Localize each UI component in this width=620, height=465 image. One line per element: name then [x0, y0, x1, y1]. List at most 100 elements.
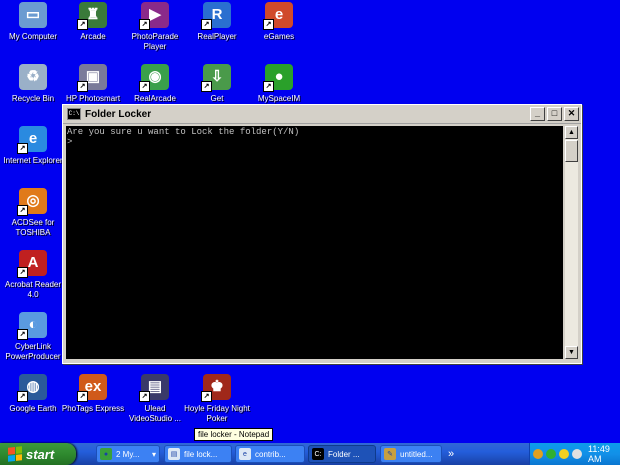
shortcut-arrow-icon: ↗	[201, 81, 212, 92]
desktop-shortcut[interactable]: ◉ ↗ RealArcade	[122, 64, 188, 104]
realplayer-icon: R ↗	[201, 2, 231, 30]
desktop-shortcut-label: Hoyle Friday Night Poker	[184, 404, 250, 423]
taskbar-overflow-button[interactable]: »	[444, 445, 466, 463]
desktop-shortcut[interactable]: ▶ ↗ PhotoParade Player	[122, 2, 188, 52]
desktop-shortcut-label: eGames	[263, 32, 295, 41]
desktop-shortcut[interactable]: ⇩ ↗ Get	[184, 64, 250, 104]
taskbar-button[interactable]: ● 2 My... ▾	[96, 445, 160, 463]
messenger-tray-icon[interactable]	[546, 449, 556, 459]
norton-tray-icon[interactable]	[559, 449, 569, 459]
start-button[interactable]: start	[0, 443, 76, 465]
cyberlink-icon: ◐ ↗	[17, 312, 47, 340]
desktop-shortcut-label: PhotoParade Player	[131, 32, 179, 51]
scroll-down-button[interactable]: ▼	[565, 346, 578, 359]
taskbar-button-label: contrib...	[255, 449, 286, 459]
desktop-shortcut[interactable]: e ↗ Internet Explorer	[0, 126, 66, 166]
desktop-shortcut[interactable]: ▤ ↗ Ulead VideoStudio ...	[122, 374, 188, 424]
shortcut-arrow-icon: ↗	[139, 81, 150, 92]
shortcut-arrow-icon: ↗	[17, 267, 28, 278]
taskbar-tooltip: file locker - Notepad	[194, 428, 274, 441]
minimize-button[interactable]: _	[530, 107, 545, 121]
desktop-shortcut-label: Arcade	[80, 32, 106, 41]
taskbar-button[interactable]: ▤ file lock...	[164, 445, 232, 463]
desktop-shortcut[interactable]: ♜ ↗ Arcade	[60, 2, 126, 42]
vertical-scrollbar[interactable]: ▲ ▼	[565, 126, 578, 359]
desktop-shortcut-label: Recycle Bin	[11, 94, 55, 103]
desktop-shortcut-label: RealArcade	[134, 94, 176, 103]
volume-tray-icon[interactable]	[572, 449, 582, 459]
taskbar-button[interactable]: C: Folder ...	[308, 445, 376, 463]
taskbar-button-label: file lock...	[184, 449, 218, 459]
notepad-icon: ▤	[168, 448, 180, 460]
myspaceim-icon: ● ↗	[263, 64, 293, 92]
shortcut-arrow-icon: ↗	[17, 329, 28, 340]
start-label: start	[26, 446, 55, 462]
shortcut-arrow-icon: ↗	[263, 19, 274, 30]
shortcut-arrow-icon: ↗	[201, 391, 212, 402]
desktop-shortcut[interactable]: ◎ ↗ ACDSee for TOSHIBA	[0, 188, 66, 238]
shortcut-arrow-icon: ↗	[17, 205, 28, 216]
desktop-shortcut[interactable]: e ↗ eGames	[246, 2, 312, 42]
taskbar-button[interactable]: ✎ untitled...	[380, 445, 442, 463]
desktop-shortcut-label: ACDSee for TOSHIBA	[11, 218, 55, 237]
get-icon: ⇩ ↗	[201, 64, 231, 92]
ulead-icon: ▤ ↗	[139, 374, 169, 402]
shortcut-arrow-icon: ↗	[263, 81, 274, 92]
desktop-shortcut[interactable]: ◍ ↗ Google Earth	[0, 374, 66, 414]
desktop-shortcut[interactable]: R ↗ RealPlayer	[184, 2, 250, 42]
shortcut-arrow-icon: ↗	[139, 391, 150, 402]
window-title: Folder Locker	[85, 108, 152, 120]
console-window[interactable]: C:\ Folder Locker _ □ ✕ Are you sure u w…	[62, 104, 582, 364]
shortcut-arrow-icon: ↗	[17, 391, 28, 402]
console-titlebar[interactable]: C:\ Folder Locker _ □ ✕	[63, 105, 581, 124]
console-system-icon[interactable]: C:\	[67, 108, 81, 120]
windows-logo-icon	[8, 446, 22, 462]
desktop-shortcut-label: Google Earth	[9, 404, 57, 413]
maximize-button[interactable]: □	[547, 107, 562, 121]
desktop-shortcut[interactable]: ex ↗ PhoTags Express	[60, 374, 126, 414]
photags-icon: ex ↗	[77, 374, 107, 402]
desktop-shortcut-label: HP Photosmart	[65, 94, 121, 103]
taskbar-button-label: 2 My...	[116, 449, 140, 459]
network-icon[interactable]	[533, 449, 543, 459]
acdsee-icon: ◎ ↗	[17, 188, 47, 216]
desktop-shortcut-label: PhoTags Express	[61, 404, 125, 413]
console-output[interactable]: Are you sure u want to Lock the folder(Y…	[66, 126, 563, 359]
shortcut-arrow-icon: ↗	[77, 81, 88, 92]
acrobat-reader-icon: A ↗	[17, 250, 47, 278]
internet-explorer-icon: e ↗	[17, 126, 47, 154]
taskbar: start ● 2 My... ▾ ▤ file lock... e contrib... C…	[0, 443, 620, 465]
desktop-shortcut-label: Get	[210, 94, 224, 103]
desktop-shortcut[interactable]: ♻ Recycle Bin	[0, 64, 66, 104]
desktop-shortcut-label: Acrobat Reader 4.0	[4, 280, 62, 299]
realarcade-icon: ◉ ↗	[139, 64, 169, 92]
arcade-icon: ♜ ↗	[77, 2, 107, 30]
desktop-shortcut[interactable]: A ↗ Acrobat Reader 4.0	[0, 250, 66, 300]
desktop-shortcut[interactable]: ◐ ↗ CyberLink PowerProducer	[0, 312, 66, 362]
tray-icons	[530, 449, 582, 459]
my-computer-icon: ▭	[19, 2, 47, 28]
desktop-shortcut[interactable]: ● ↗ MySpaceIM	[246, 64, 312, 104]
desktop-shortcut[interactable]: ▣ ↗ HP Photosmart	[60, 64, 126, 104]
google-earth-icon: ◍ ↗	[17, 374, 47, 402]
shortcut-arrow-icon: ↗	[17, 143, 28, 154]
hoyle-poker-icon: ♚ ↗	[201, 374, 231, 402]
egames-icon: e ↗	[263, 2, 293, 30]
internet-explorer-icon: e	[239, 448, 251, 460]
shortcut-arrow-icon: ↗	[201, 19, 212, 30]
desktop-shortcut-label: MySpaceIM	[257, 94, 301, 103]
cmd-icon: C:	[312, 448, 324, 460]
desktop-shortcut-label: Internet Explorer	[3, 156, 63, 165]
taskbar-button-label: Folder ...	[328, 449, 360, 459]
desktop-shortcut[interactable]: ▭ My Computer	[0, 2, 66, 42]
scroll-thumb[interactable]	[565, 140, 578, 162]
scroll-up-button[interactable]: ▲	[565, 126, 578, 139]
paint-icon: ✎	[384, 448, 396, 460]
clock[interactable]: 11:49 AM	[588, 444, 620, 464]
recycle-bin-icon: ♻	[19, 64, 47, 90]
close-button[interactable]: ✕	[564, 107, 579, 121]
console-prompt: >	[67, 137, 73, 147]
taskbar-button[interactable]: e contrib...	[235, 445, 305, 463]
desktop-shortcut[interactable]: ♚ ↗ Hoyle Friday Night Poker	[184, 374, 250, 424]
msn-messenger-icon: ●	[100, 448, 112, 460]
